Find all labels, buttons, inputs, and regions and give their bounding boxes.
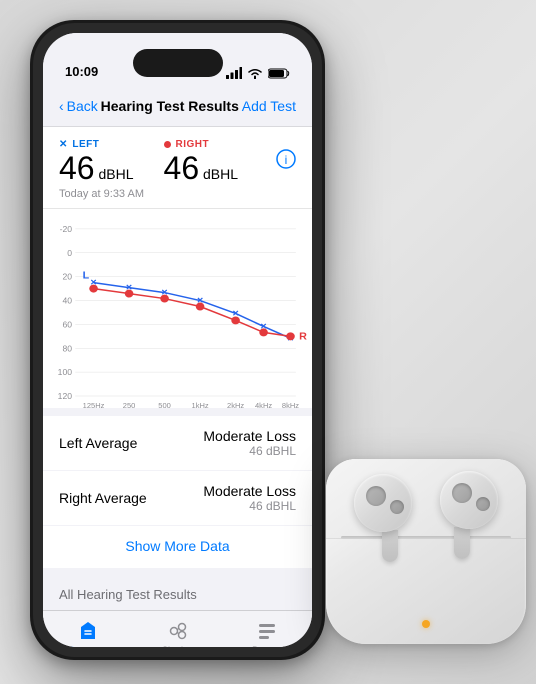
svg-text:0: 0 [67, 248, 72, 258]
svg-text:125Hz: 125Hz [83, 401, 105, 408]
airpod-left [354, 474, 426, 564]
browse-icon [255, 619, 279, 643]
svg-text:120: 120 [58, 391, 73, 401]
all-results-title: All Hearing Test Results [59, 587, 197, 602]
content: ✕ LEFT 46 dBHL RIGHT [43, 127, 312, 647]
tab-browse-label: Browse [252, 645, 282, 647]
tab-bar: Summary [43, 610, 312, 647]
nav-title: Hearing Test Results [101, 98, 239, 114]
battery-icon [268, 68, 290, 79]
left-average-main: Moderate Loss [203, 428, 296, 444]
screen: 10:09 [43, 33, 312, 647]
airpod-right-head [440, 471, 498, 529]
svg-text:i: i [285, 153, 288, 167]
right-average-sub: 46 dBHL [203, 499, 296, 513]
back-button[interactable]: ‹ Back [59, 98, 98, 114]
svg-text:250: 250 [123, 401, 136, 408]
scene: 10:09 [0, 0, 536, 684]
airpod-right [426, 471, 498, 561]
left-unit: dBHL [95, 166, 134, 182]
tab-summary-label: Summary [69, 645, 108, 647]
svg-text:60: 60 [62, 320, 72, 330]
left-average-sub: 46 dBHL [203, 444, 296, 458]
airpod-left-head [354, 474, 412, 532]
left-average-value: Moderate Loss 46 dBHL [203, 428, 296, 458]
right-average-label: Right Average [59, 490, 147, 506]
svg-text:2kHz: 2kHz [227, 401, 245, 408]
right-average-main: Moderate Loss [203, 483, 296, 499]
stats-section: ✕ LEFT 46 dBHL RIGHT [43, 127, 312, 208]
right-value: 46 [164, 150, 200, 186]
tab-sharing[interactable]: Sharing [133, 619, 223, 647]
right-label: RIGHT [176, 139, 210, 150]
show-more-label: Show More Data [125, 538, 229, 554]
led-indicator [422, 620, 430, 628]
wifi-icon [247, 67, 263, 79]
svg-text:L: L [83, 271, 90, 282]
right-unit: dBHL [199, 166, 238, 182]
svg-text:-20: -20 [60, 224, 73, 234]
svg-text:8kHz: 8kHz [282, 401, 300, 408]
right-stat: RIGHT 46 dBHL [164, 139, 239, 184]
tab-sharing-label: Sharing [162, 645, 193, 647]
left-stat: ✕ LEFT 46 dBHL [59, 139, 134, 184]
left-average-label: Left Average [59, 435, 137, 451]
svg-text:R: R [299, 332, 307, 343]
airpods-case [316, 444, 526, 644]
svg-text:4kHz: 4kHz [255, 401, 273, 408]
summary-icon [76, 619, 100, 643]
svg-text:100: 100 [58, 367, 73, 377]
status-icons [226, 67, 290, 79]
svg-text:500: 500 [158, 401, 171, 408]
svg-text:80: 80 [62, 344, 72, 354]
chevron-left-icon: ‹ [59, 98, 64, 114]
audiogram-chart: -20 0 20 40 60 80 100 120 125Hz 250 500 [43, 209, 312, 408]
add-test-button[interactable]: Add Test [242, 98, 296, 114]
show-more-button[interactable]: Show More Data [43, 526, 312, 568]
svg-text:20: 20 [62, 272, 72, 282]
stat-date: Today at 9:33 AM [59, 188, 296, 200]
tab-browse[interactable]: Browse [222, 619, 312, 647]
airpod-left-stem [382, 530, 398, 562]
dynamic-island [133, 49, 223, 77]
left-value: 46 [59, 150, 95, 186]
signal-icon [226, 67, 242, 79]
sharing-icon [166, 619, 190, 643]
airpod-right-stem [454, 527, 470, 559]
all-results-section: All Hearing Test Results [43, 576, 312, 610]
right-indicator [164, 141, 171, 148]
svg-text:1kHz: 1kHz [192, 401, 210, 408]
tab-summary[interactable]: Summary [43, 619, 133, 647]
svg-text:40: 40 [62, 296, 72, 306]
left-label: LEFT [72, 139, 99, 150]
phone: 10:09 [30, 20, 325, 660]
left-average-card: Left Average Moderate Loss 46 dBHL [43, 416, 312, 470]
right-average-value: Moderate Loss 46 dBHL [203, 483, 296, 513]
back-label: Back [67, 98, 98, 114]
chart-container: -20 0 20 40 60 80 100 120 125Hz 250 500 [43, 208, 312, 408]
status-time: 10:09 [65, 64, 98, 79]
nav-bar: ‹ Back Hearing Test Results Add Test [43, 85, 312, 127]
info-button[interactable]: i [276, 149, 296, 174]
case-body [326, 459, 526, 644]
cards-section: Left Average Moderate Loss 46 dBHL Right… [43, 408, 312, 576]
left-indicator: ✕ [59, 139, 67, 150]
right-average-card: Right Average Moderate Loss 46 dBHL [43, 471, 312, 525]
